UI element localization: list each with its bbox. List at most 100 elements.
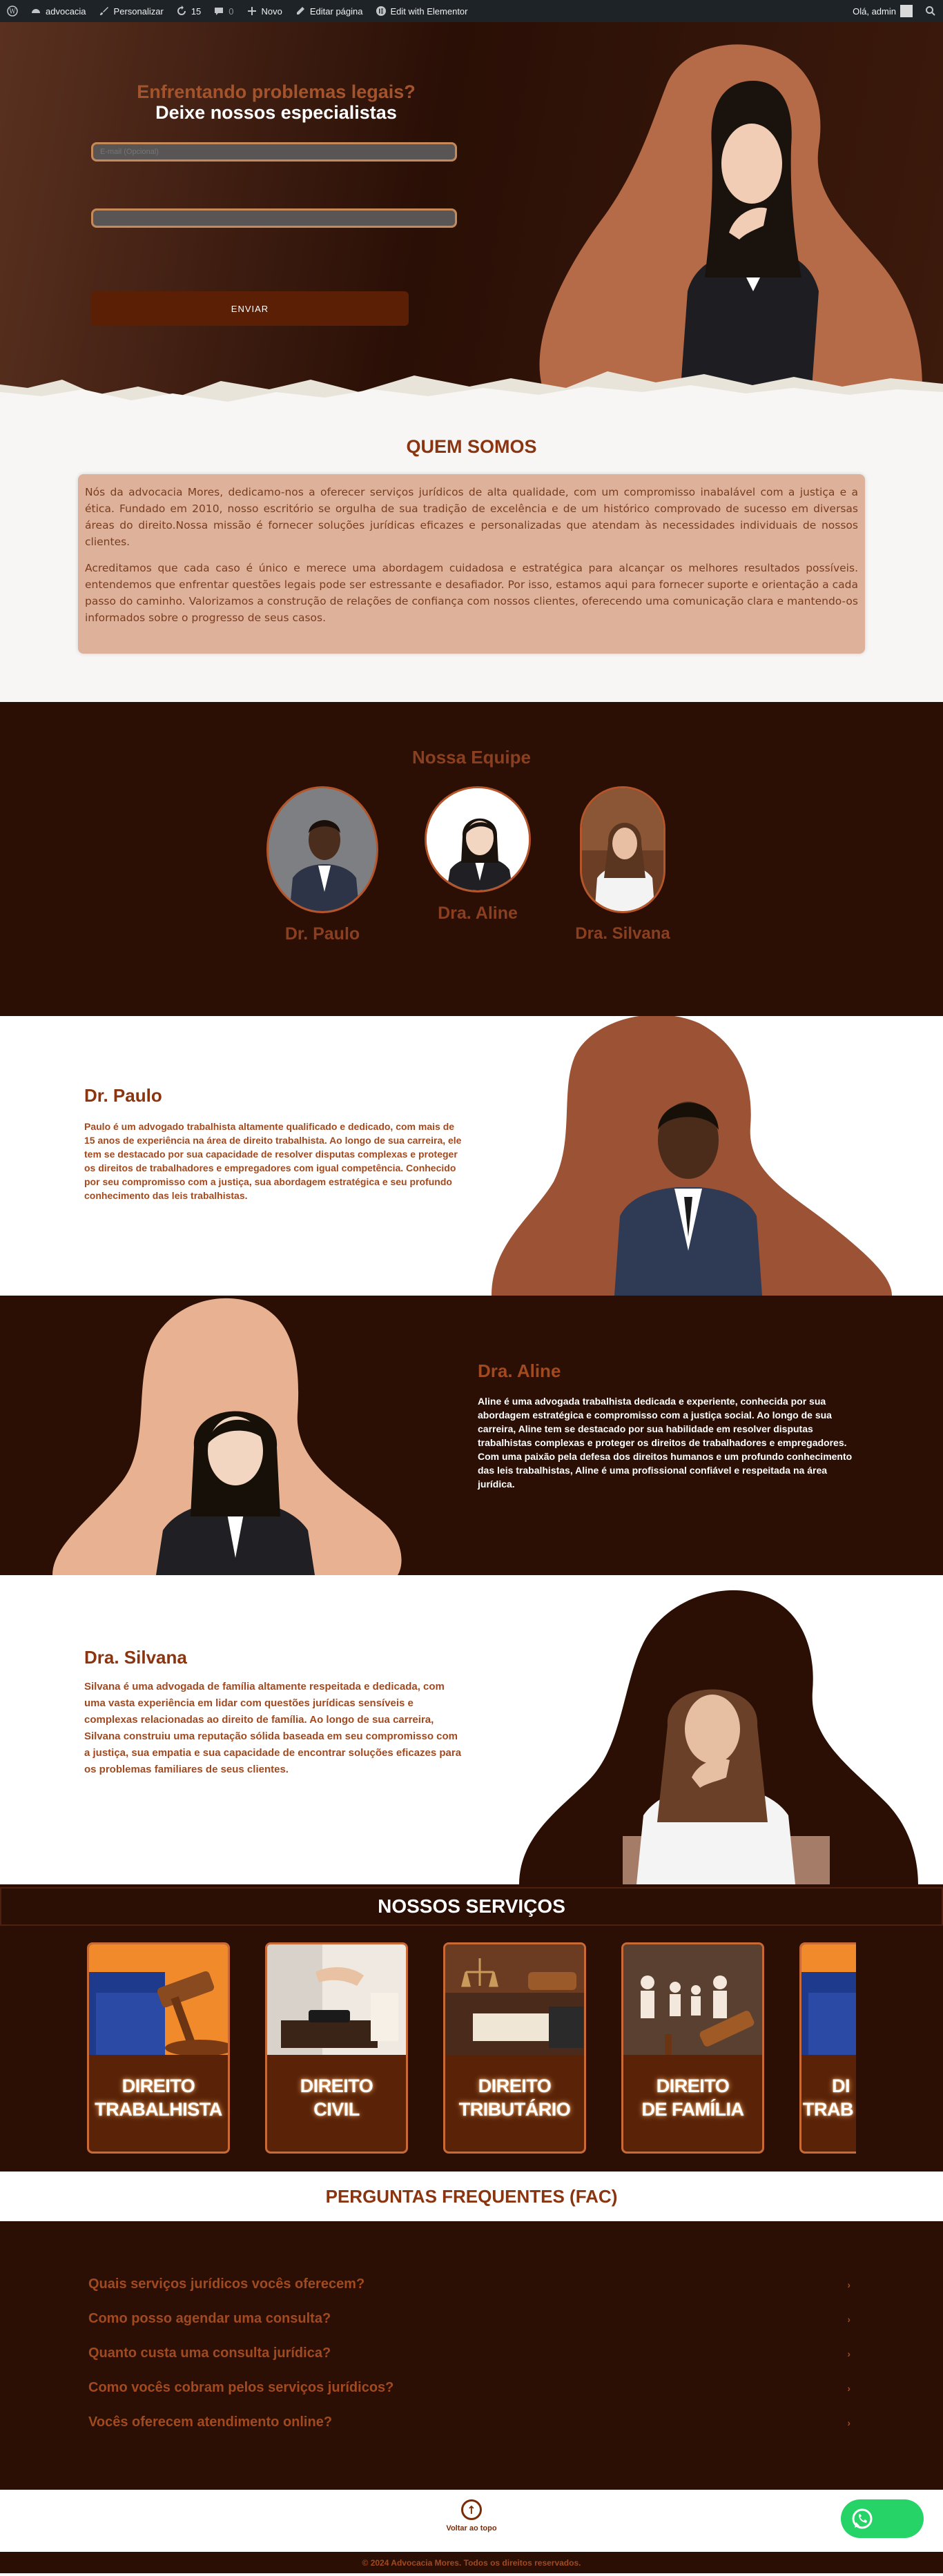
hero-section: Enfrentando problemas legais? Deixe noss… xyxy=(0,22,943,409)
team-photo xyxy=(425,786,531,892)
team-member-paulo[interactable]: Dr. Paulo xyxy=(265,786,380,944)
hero-title-line2: Deixe nossos especialistas xyxy=(155,102,397,123)
team-member-name: Dra. Silvana xyxy=(575,924,670,943)
about-paragraph: Nós da advocacia Mores, dedicamo-nos a o… xyxy=(85,486,858,548)
profile-name: Dra. Aline xyxy=(478,1360,561,1381)
comments-count: 0 xyxy=(229,6,234,17)
team-photo xyxy=(580,786,665,913)
account-menu[interactable]: Olá, admin xyxy=(853,5,913,17)
service-label-line2: CIVIL xyxy=(313,2099,360,2120)
service-image xyxy=(89,1944,228,2055)
about-text-box: Nós da advocacia Mores, dedicamo-nos a o… xyxy=(78,474,865,654)
search-icon xyxy=(926,6,935,16)
faq-question: Quais serviços jurídicos vocês oferecem? xyxy=(88,2276,365,2292)
svg-text:W: W xyxy=(9,9,16,16)
profile-bio: Aline é uma advogada trabalhista dedicad… xyxy=(478,1396,853,1490)
contact-message-field[interactable] xyxy=(91,208,457,228)
service-label-line2: TRABALHISTA xyxy=(95,2099,222,2120)
profile-aline-section: Dra. Aline Aline é uma advogada trabalhi… xyxy=(0,1296,943,1575)
team-member-aline[interactable]: Dra. Aline xyxy=(423,786,532,924)
hero-portrait xyxy=(539,44,922,388)
service-card-civil[interactable]: DIREITO CIVIL xyxy=(265,1942,408,2154)
faq-title: PERGUNTAS FREQUENTES (FAC) xyxy=(0,2172,943,2221)
profile-aline-portrait xyxy=(52,1298,402,1575)
service-label-line1: DI xyxy=(832,2076,850,2096)
faq-question: Como vocês cobram pelos serviços jurídic… xyxy=(88,2380,394,2395)
torn-paper-divider xyxy=(0,371,943,409)
hero-title-line1: Enfrentando problemas legais? xyxy=(137,81,416,102)
wordpress-logo-icon[interactable]: W xyxy=(7,6,18,17)
service-label: DIREITO TRABALHISTA xyxy=(89,2074,228,2121)
team-section: Nossa Equipe Dr. Paulo Dra. Aline Dra. S… xyxy=(0,702,943,1016)
team-member-name: Dr. Paulo xyxy=(284,924,360,944)
service-image xyxy=(445,1944,584,2055)
customize-link[interactable]: Personalizar xyxy=(99,6,164,17)
back-to-top-button[interactable]: ↑ Voltar ao topo xyxy=(444,2499,499,2533)
chevron-right-icon: › xyxy=(847,2313,850,2325)
site-name-label: advocacia xyxy=(46,6,86,17)
profile-paulo-section: Dr. Paulo Paulo é um advogado trabalhist… xyxy=(0,1016,943,1296)
service-label-line2: TRIBUTÁRIO xyxy=(458,2099,571,2120)
new-content-link[interactable]: Novo xyxy=(246,6,282,17)
about-paragraph: Acreditamos que cada caso é único e mere… xyxy=(85,562,858,624)
chevron-right-icon: › xyxy=(847,2417,850,2428)
chevron-right-icon: › xyxy=(847,2348,850,2359)
comment-icon xyxy=(215,8,224,15)
service-label: DIREITO CIVIL xyxy=(267,2074,406,2121)
edit-page-label: Editar página xyxy=(309,6,363,17)
service-card-trabalhista-repeat[interactable]: DI TRAB xyxy=(799,1942,856,2154)
search-toggle[interactable] xyxy=(925,6,936,17)
service-image xyxy=(801,1944,856,2055)
faq-question: Como posso agendar uma consulta? xyxy=(88,2311,331,2326)
customize-label: Personalizar xyxy=(113,6,164,17)
updates-icon xyxy=(177,6,186,15)
faq-question: Quanto custa uma consulta jurídica? xyxy=(88,2345,331,2361)
new-label: Novo xyxy=(261,6,282,17)
faq-item[interactable]: Como vocês cobram pelos serviços jurídic… xyxy=(88,2380,850,2396)
contact-email-field[interactable] xyxy=(91,142,457,162)
service-label-line1: DIREITO xyxy=(300,2076,373,2096)
admin-bar: W advocacia Personalizar 15 0 Novo Edita… xyxy=(0,0,943,22)
service-label-line2: DE FAMÍLIA xyxy=(641,2099,745,2120)
faq-item[interactable]: Como posso agendar uma consulta? › xyxy=(88,2311,850,2327)
profile-bio: Paulo é um advogado trabalhista altament… xyxy=(84,1121,462,1201)
profile-name: Dr. Paulo xyxy=(84,1085,162,1106)
faq-item[interactable]: Quanto custa uma consulta jurídica? › xyxy=(88,2345,850,2361)
site-name-link[interactable]: advocacia xyxy=(30,6,86,17)
service-card-familia[interactable]: DIREITO DE FAMÍLIA xyxy=(621,1942,764,2154)
faq-section: Quais serviços jurídicos vocês oferecem?… xyxy=(0,2221,943,2490)
dashboard-icon xyxy=(32,9,40,13)
footer-copyright: © 2024 Advocacia Mores. Todos os direito… xyxy=(0,2552,943,2573)
team-photo xyxy=(266,786,378,913)
pencil-icon xyxy=(296,7,304,14)
profile-silvana-section: Dra. Silvana Silvana é uma advogada de f… xyxy=(0,1575,943,1884)
profile-bio: Silvana é uma advogada de família altame… xyxy=(84,1681,462,1775)
service-label: DIREITO DE FAMÍLIA xyxy=(623,2074,762,2121)
service-card-tributario[interactable]: DIREITO TRIBUTÁRIO xyxy=(443,1942,586,2154)
edit-page-link[interactable]: Editar página xyxy=(295,6,363,17)
service-label-line1: DIREITO xyxy=(656,2076,730,2096)
about-section: QUEM SOMOS Nós da advocacia Mores, dedic… xyxy=(0,409,943,702)
faq-item[interactable]: Quais serviços jurídicos vocês oferecem?… xyxy=(88,2276,850,2292)
faq-question: Vocês oferecem atendimento online? xyxy=(88,2414,333,2430)
service-label: DIREITO TRIBUTÁRIO xyxy=(445,2074,584,2121)
avatar xyxy=(900,5,913,17)
service-label-line1: DIREITO xyxy=(121,2076,195,2096)
service-label: DI TRAB xyxy=(801,2074,856,2121)
arrow-up-icon: ↑ xyxy=(461,2499,482,2520)
chevron-right-icon: › xyxy=(847,2382,850,2394)
whatsapp-button[interactable] xyxy=(841,2499,924,2538)
submit-button[interactable]: ENVIAR xyxy=(91,291,409,326)
team-title: Nossa Equipe xyxy=(412,747,531,768)
updates-link[interactable]: 15 xyxy=(176,6,201,17)
elementor-link[interactable]: Edit with Elementor xyxy=(376,6,468,17)
team-member-silvana[interactable]: Dra. Silvana xyxy=(567,786,678,944)
service-image xyxy=(623,1944,762,2055)
elementor-label: Edit with Elementor xyxy=(390,6,468,17)
team-member-name: Dra. Aline xyxy=(438,904,518,923)
profile-name: Dra. Silvana xyxy=(84,1647,187,1668)
faq-item[interactable]: Vocês oferecem atendimento online? › xyxy=(88,2414,850,2430)
comments-link[interactable]: 0 xyxy=(213,6,234,17)
whatsapp-icon xyxy=(852,2508,873,2529)
service-card-trabalhista[interactable]: DIREITO TRABALHISTA xyxy=(87,1942,230,2154)
